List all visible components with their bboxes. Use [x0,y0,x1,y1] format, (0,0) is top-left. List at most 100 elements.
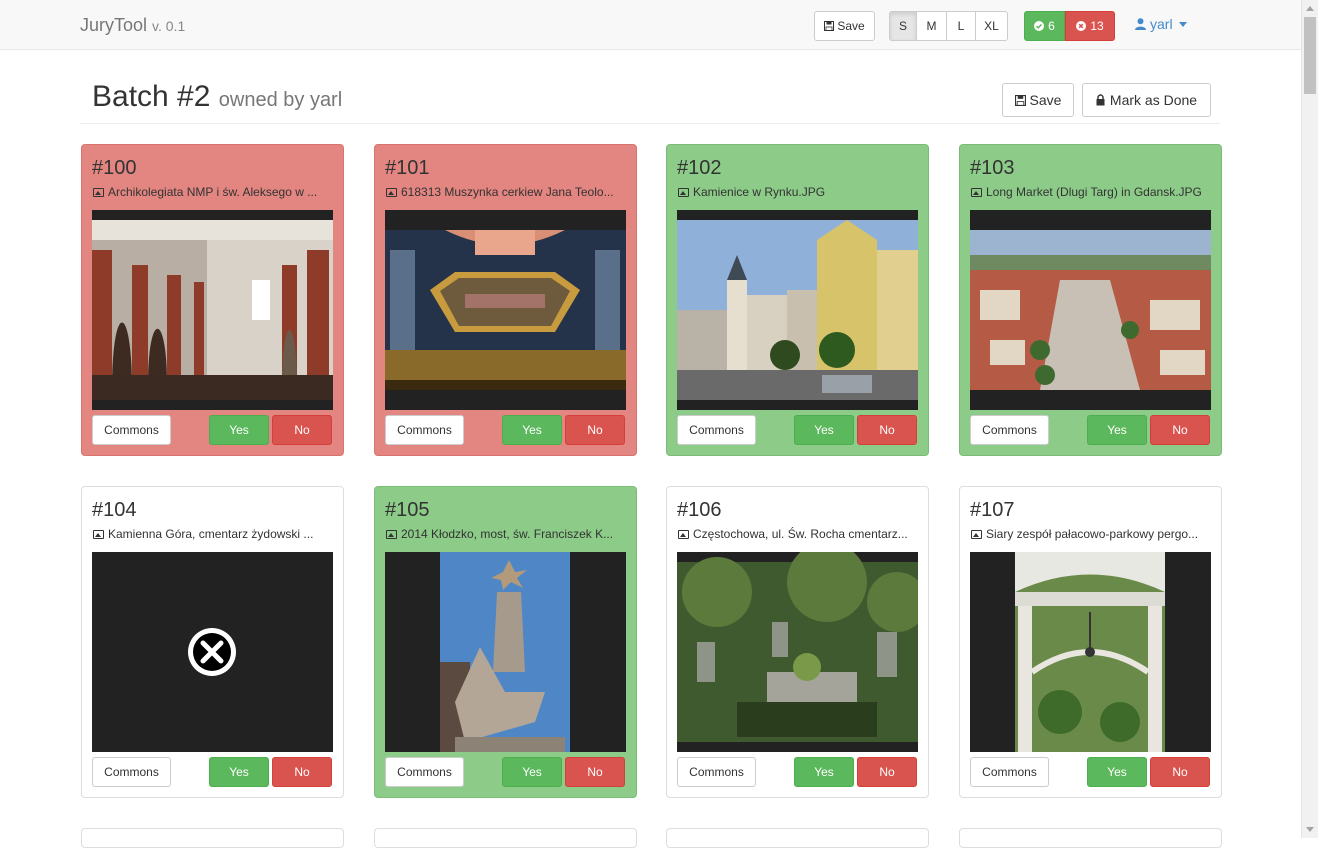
entry-card [666,828,929,848]
floppy-icon [824,21,835,31]
entry-number: #101 [385,157,430,179]
no-button[interactable]: No [272,757,332,787]
yes-button[interactable]: Yes [502,415,562,445]
brand-name: JuryTool [80,15,148,35]
no-button[interactable]: No [272,415,332,445]
yes-button[interactable]: Yes [1087,757,1147,787]
page-scrollbar[interactable] [1301,0,1318,838]
yes-button[interactable]: Yes [794,415,854,445]
check-circle-icon [1034,21,1045,31]
batch-save-label: Save [1029,92,1062,108]
picture-icon [678,530,689,539]
picture-icon [678,188,689,197]
no-button[interactable]: No [1150,757,1210,787]
scroll-up-arrow-icon[interactable] [1306,6,1314,11]
navbar-save-label: Save [837,19,865,33]
entry-card [374,828,637,848]
user-menu[interactable]: yarl [1135,16,1187,32]
entry-photo[interactable] [385,210,626,410]
entry-number: #100 [92,157,137,179]
entry-card: #107 Siary zespół pałacowo-parkowy pergo… [959,486,1222,798]
entry-filename[interactable]: 2014 Kłodzko, most, św. Franciszek K... [386,527,626,541]
commons-button[interactable]: Commons [385,415,464,445]
caret-down-icon [1178,21,1187,27]
picture-icon [971,530,982,539]
yes-button[interactable]: Yes [1087,415,1147,445]
scroll-down-arrow-icon[interactable] [1306,827,1314,832]
entry-number: #106 [677,499,722,521]
commons-button[interactable]: Commons [92,415,171,445]
entry-card: #101 618313 Muszynka cerkiew Jana Teolo.… [374,144,637,456]
entry-photo[interactable] [92,210,333,410]
thumbnail-size-group: S M L XL [889,11,1008,41]
picture-icon [93,530,104,539]
brand[interactable]: JuryTool v. 0.1 [80,15,185,36]
vote-count-group: 6 13 [1024,11,1115,41]
entry-card: #103 Long Market (Dlugi Targ) in Gdansk.… [959,144,1222,456]
no-button[interactable]: No [857,415,917,445]
entry-number: #103 [970,157,1015,179]
commons-button[interactable]: Commons [970,757,1049,787]
user-icon [1135,18,1146,30]
entry-photo[interactable] [92,552,333,752]
entry-card [959,828,1222,848]
no-count: 13 [1090,19,1104,33]
missing-image-icon [92,552,333,752]
entry-card: #100 Archikolegiata NMP i św. Aleksego w… [81,144,344,456]
mark-as-done-button[interactable]: Mark as Done [1082,83,1211,117]
commons-button[interactable]: Commons [970,415,1049,445]
entry-photo[interactable] [385,552,626,752]
no-count-button[interactable]: 13 [1065,11,1115,41]
entry-card: #105 2014 Kłodzko, most, św. Franciszek … [374,486,637,798]
yes-button[interactable]: Yes [794,757,854,787]
commons-button[interactable]: Commons [677,415,756,445]
entry-filename[interactable]: Archikolegiata NMP i św. Aleksego w ... [93,185,333,199]
entry-filename[interactable]: Częstochowa, ul. Św. Rocha cmentarz... [678,527,918,541]
commons-button[interactable]: Commons [677,757,756,787]
navbar-save-button[interactable]: Save [814,11,875,41]
size-s-button[interactable]: S [889,11,917,41]
brand-version: v. 0.1 [152,18,186,34]
yes-button[interactable]: Yes [209,757,269,787]
scroll-thumb[interactable] [1304,17,1316,94]
navbar: JuryTool v. 0.1 Save S M L XL 6 13 yarl [0,0,1301,50]
entry-photo[interactable] [677,210,918,410]
user-name: yarl [1150,16,1173,32]
entry-card: #106 Częstochowa, ul. Św. Rocha cmentarz… [666,486,929,798]
picture-icon [386,530,397,539]
header-divider [80,123,1220,124]
no-button[interactable]: No [565,415,625,445]
batch-title: Batch #2 [92,80,211,113]
yes-count: 6 [1048,19,1055,33]
entry-filename[interactable]: Kamienice w Rynku.JPG [678,185,918,199]
entry-filename[interactable]: Kamienna Góra, cmentarz żydowski ... [93,527,333,541]
size-l-button[interactable]: L [946,11,976,41]
commons-button[interactable]: Commons [92,757,171,787]
yes-button[interactable]: Yes [209,415,269,445]
page-title: Batch #2 owned by yarl [92,80,342,114]
no-button[interactable]: No [565,757,625,787]
size-m-button[interactable]: M [916,11,947,41]
commons-button[interactable]: Commons [385,757,464,787]
size-xl-button[interactable]: XL [975,11,1008,41]
entry-number: #104 [92,499,137,521]
entry-filename[interactable]: Long Market (Dlugi Targ) in Gdansk.JPG [971,185,1211,199]
entry-filename[interactable]: 618313 Muszynka cerkiew Jana Teolo... [386,185,626,199]
yes-count-button[interactable]: 6 [1024,11,1065,41]
entry-card: #104 Kamienna Góra, cmentarz żydowski ..… [81,486,344,798]
picture-icon [93,188,104,197]
mark-as-done-label: Mark as Done [1109,92,1198,108]
no-button[interactable]: No [857,757,917,787]
yes-button[interactable]: Yes [502,757,562,787]
entry-photo[interactable] [677,552,918,752]
entry-photo[interactable] [970,210,1211,410]
entry-filename[interactable]: Siary zespół pałacowo-parkowy pergo... [971,527,1211,541]
batch-save-button[interactable]: Save [1002,83,1074,117]
picture-icon [971,188,982,197]
batch-owner: owned by yarl [218,89,343,111]
picture-icon [386,188,397,197]
no-button[interactable]: No [1150,415,1210,445]
lock-icon [1096,94,1105,106]
entry-photo[interactable] [970,552,1211,752]
entry-number: #102 [677,157,722,179]
